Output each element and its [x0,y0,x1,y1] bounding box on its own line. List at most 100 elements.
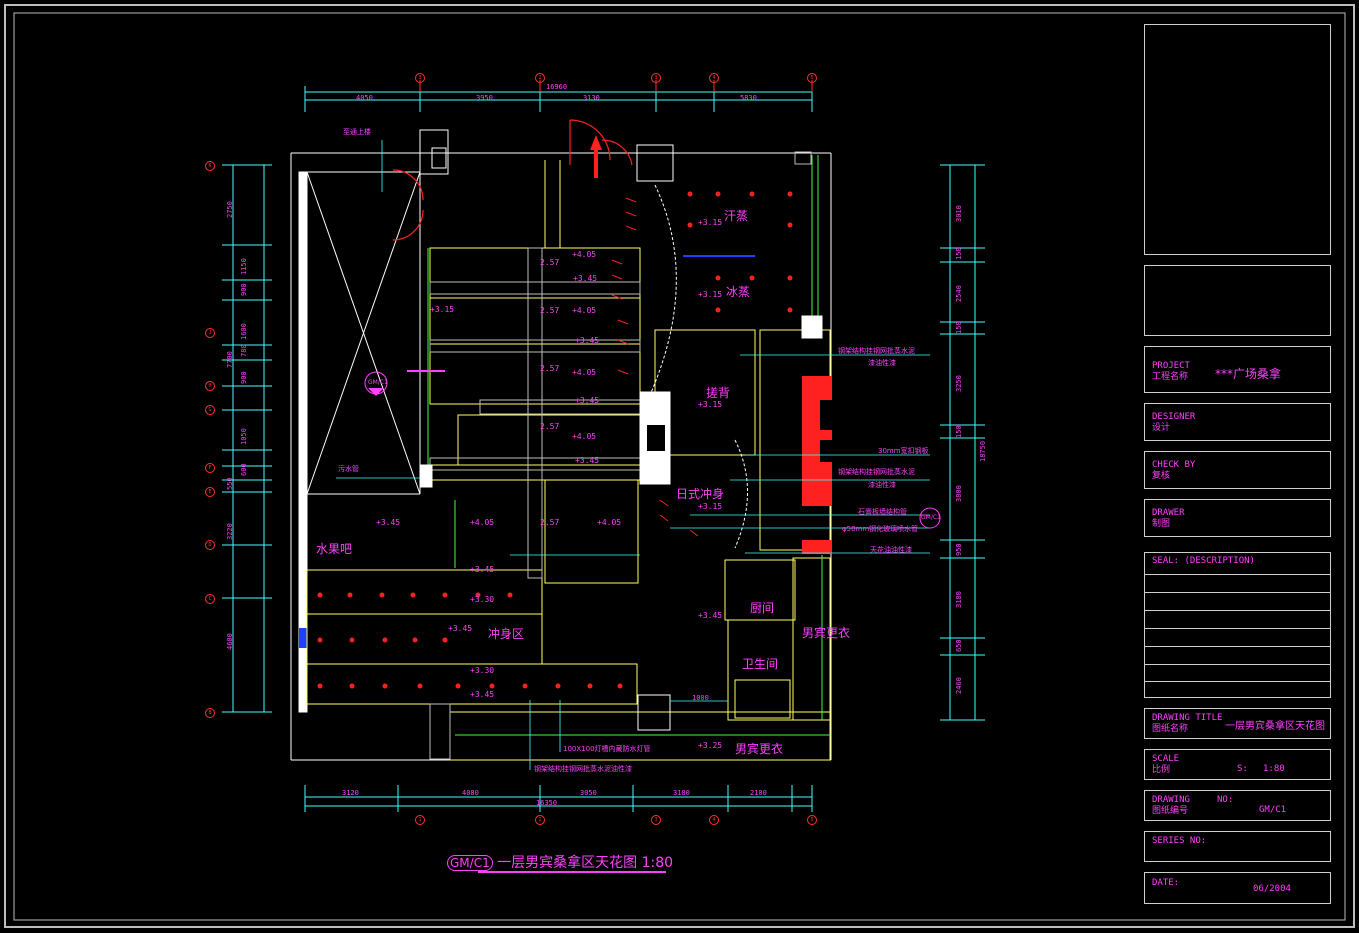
grid-bubble-top: 3 [415,73,425,83]
ceiling-level: +3.30 [470,595,495,604]
project-label-cn: 工程名称 [1152,372,1189,382]
designer-label: DESIGNER [1152,412,1196,422]
note-up-stair: 至通上楼 [343,128,371,136]
title-block-drawing-title: DRAWING TITLE 图纸名称 一层男宾桑拿区天花图 [1144,708,1331,739]
note-steel-frame-3: 钢架结构挂钢网批蒸水泥油性漆 [534,765,632,773]
dim-top: 4050 [356,94,373,102]
title-block-logo-box [1144,24,1331,255]
dim-left: 3220 [226,523,234,540]
dim-left: 900 [240,371,248,384]
designer-label-cn: 设计 [1152,423,1171,433]
ceiling-level: +3.15 [698,290,723,299]
room-fruit-bar: 水果吧 [316,542,353,556]
title-block-seal: SEAL: (DESCRIPTION) [1144,552,1331,698]
grid-bubble-bottom: 1 [415,815,425,825]
grid-bubble-bottom: 5 [807,815,817,825]
drawer-label-cn: 制图 [1152,519,1171,529]
grid-bubble-top: 2 [535,73,545,83]
note-steel-frame-2b: 漆油性漆 [868,481,896,489]
note-steel-frame-2: 钢架结构挂钢网批蒸水泥 [838,468,915,476]
project-label: PROJECT [1152,361,1190,371]
dim-bottom: 3100 [673,789,690,797]
room-shower-area: 冲身区 [488,627,525,641]
scale-value: 1:80 [1263,764,1285,774]
dim-bottom: 4080 [462,789,479,797]
dim-right: 2540 [955,285,963,302]
ceiling-level: 2.57 [540,422,560,431]
ceiling-level: +3.45 [448,624,473,633]
room-spa-bath: 搓背 [706,386,731,400]
number-label-2: NO: [1217,795,1234,805]
grid-bubble-left: E [205,487,215,497]
title-label: DRAWING TITLE [1152,713,1223,723]
dim-right: 150 [955,247,963,260]
dim-right: 3250 [955,375,963,392]
title-block-scale: SCALE 比例 S: 1:80 [1144,749,1331,780]
note-sewage-pipe: 污水管 [338,465,359,473]
dim-left: 1150 [240,258,248,275]
ceiling-level: +4.05 [572,250,597,259]
green-walls [427,155,830,736]
leader-lines [336,140,930,770]
ceiling-level: 2.57 [540,518,560,527]
room-mens-locker-2: 男宾更衣 [735,742,784,756]
title-block-number: DRAWING NO: 图纸编号 GM/C1 [1144,790,1331,821]
dim-right: 950 [955,543,963,556]
room-mens-locker: 男宾更衣 [802,626,851,640]
title-value: 一层男宾桑拿区天花图 [1225,721,1325,732]
ceiling-level: +4.05 [572,306,597,315]
grid-bubble-left: K [205,161,215,171]
ceiling-level: +3.45 [470,690,495,699]
check-label-cn: 复核 [1152,471,1171,481]
dim-left: 1600 [240,323,248,340]
grid-bubble-top: 3 [651,73,661,83]
dim-right: 3800 [955,485,963,502]
dim-top: 3130 [583,94,600,102]
ceiling-level: +4.05 [572,368,597,377]
grid-bubble-left: C [205,594,215,604]
number-value: GM/C1 [1259,805,1287,815]
room-kitchen: 厨间 [750,601,775,615]
ceiling-level: 2.57 [540,364,560,373]
dim-bottom-overall: 16350 [536,799,558,807]
ceiling-level: +4.05 [597,518,622,527]
grid-bubble-left: J [205,328,215,338]
dim-left: 1050 [240,428,248,445]
note-painted-wood: 天花油油性漆 [870,546,912,554]
project-value: ***广场桑拿 [1215,367,1282,381]
dim-right: 3010 [955,205,963,222]
grid-bubble-left: F [205,463,215,473]
grid-bubble-bottom: 2 [535,815,545,825]
scale-label-cn: 比例 [1152,765,1171,775]
dim-left: 550 [226,477,234,490]
date-value: 06/2004 [1253,884,1291,894]
top-grid-ticks [419,80,813,92]
title-block-series: SERIES NO: [1144,831,1331,862]
ceiling-level: +4.05 [572,432,597,441]
dim-right: 650 [955,639,963,652]
number-label-cn: 图纸编号 [1152,806,1189,816]
ceiling-level: +3.15 [698,218,723,227]
title-block-date: DATE: 06/2004 [1144,872,1331,904]
room-restroom: 卫生间 [742,657,779,671]
dim-bottom: 3050 [580,789,597,797]
grid-bubble-bottom: 3 [651,815,661,825]
dim-top: 3950 [476,94,493,102]
dim-right: 3180 [955,591,963,608]
entry-arrow [590,135,602,178]
blue-column [299,628,307,648]
ceiling-level: +4.05 [470,518,495,527]
room-sauna-dry: 汗蒸 [724,209,749,223]
dim-left: 600 [240,463,248,476]
ceiling-level: +3.45 [575,336,600,345]
drawing-title-text: 一层男宾桑拿区天花图 1:80 [497,855,674,871]
drawer-label: DRAWER [1152,508,1185,518]
grid-bubble-top: 5 [807,73,817,83]
ceiling-level: +3.25 [698,741,723,750]
ceiling-level: +3.45 [376,518,401,527]
note-glass-pipe: φ50mm钢化玻璃喷水管 [842,525,919,533]
title-block-project: PROJECT 工程名称 ***广场桑拿 [1144,346,1331,393]
title-block-check: CHECK BY 复核 [1144,451,1331,489]
note-light-trough: 100X100灯槽内藏防水灯管 [563,745,651,753]
scale-prefix: S: [1237,764,1248,774]
